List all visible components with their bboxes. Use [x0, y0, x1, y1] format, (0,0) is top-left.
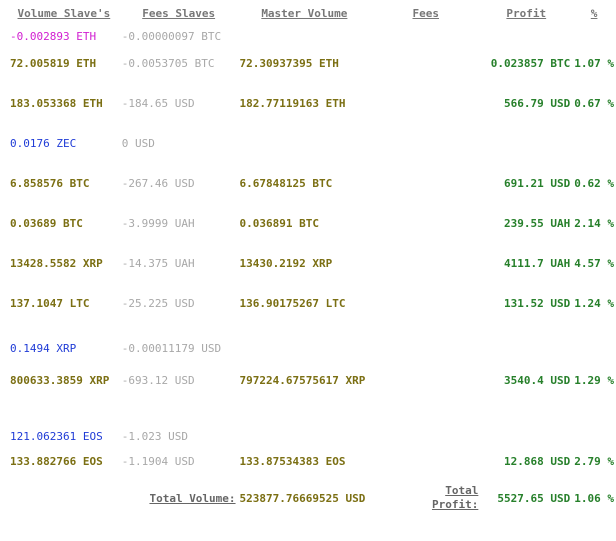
master-volume-cell: 182.77119163 ETH [239, 96, 346, 110]
percent-cell: 0.67 % [574, 96, 614, 110]
slave-fee-cell: -0.00000097 BTC [121, 29, 222, 43]
profit-cell: 131.52 USD [503, 296, 571, 310]
slave-volume-cell: 800633.3859 XRP [10, 373, 110, 387]
slave-fee-cell: -0.00011179 USD [121, 342, 222, 355]
header-volume-slaves: Volume Slave's [17, 6, 111, 20]
slave-fee-cell: -1.023 USD [121, 430, 188, 443]
header-master-volume: Master Volume [261, 6, 348, 20]
percent-cell: 1.29 % [574, 373, 614, 387]
percent-cell: 2.14 % [574, 216, 614, 230]
table-row: 121.062361 EOS -1.023 USD [8, 404, 616, 444]
table-row: 137.1047 LTC -25.225 USD 136.90175267 LT… [8, 290, 616, 316]
percent-cell: 0.62 % [574, 176, 614, 190]
percent-cell: 1.07 % [574, 56, 614, 70]
slave-fee-cell: -14.375 UAH [121, 256, 195, 270]
slave-volume-cell: 133.882766 EOS [10, 454, 103, 468]
header-fees: Fees [412, 6, 440, 20]
table-header-row: Volume Slave's Fees Slaves Master Volume… [8, 4, 616, 22]
table-row: 800633.3859 XRP -693.12 USD 797224.67575… [8, 356, 616, 404]
total-volume-label: Total Volume: [149, 491, 236, 505]
totals-row: Total Volume: 523877.76669525 USD Total … [8, 478, 616, 518]
slave-volume-cell: 13428.5582 XRP [10, 256, 103, 270]
slave-volume-cell: 72.005819 ETH [10, 56, 97, 70]
slave-volume-cell: -0.002893 ETH [10, 29, 97, 43]
header-profit: Profit [506, 6, 547, 20]
profit-cell: 0.023857 BTC [490, 56, 571, 70]
table-row: 183.053368 ETH -184.65 USD 182.77119163 … [8, 76, 616, 130]
slave-fee-cell: 0 USD [121, 136, 155, 150]
slave-fee-cell: -184.65 USD [121, 96, 195, 110]
slave-volume-cell: 121.062361 EOS [10, 430, 103, 443]
slave-volume-cell: 137.1047 LTC [10, 296, 90, 310]
total-profit-percent: 1.06 % [574, 491, 614, 505]
slave-fee-cell: -267.46 USD [121, 176, 195, 190]
profit-cell: 239.55 UAH [503, 216, 571, 230]
total-profit-label-line2: Profit: [431, 498, 479, 511]
header-percent: % [590, 6, 598, 20]
trade-summary-page: Volume Slave's Fees Slaves Master Volume… [0, 0, 616, 541]
master-volume-cell: 133.87534383 EOS [239, 454, 346, 468]
master-volume-cell: 13430.2192 XRP [239, 256, 333, 270]
master-volume-cell: 0.036891 BTC [239, 216, 320, 230]
total-volume-value: 523877.76669525 USD [239, 491, 366, 505]
profit-cell: 12.868 USD [503, 454, 571, 468]
table-row: 0.03689 BTC -3.9999 UAH 0.036891 BTC 239… [8, 210, 616, 236]
slave-fee-cell: -25.225 USD [121, 296, 195, 310]
trade-summary-table: Volume Slave's Fees Slaves Master Volume… [8, 4, 616, 518]
master-volume-cell: 6.67848125 BTC [239, 176, 333, 190]
total-profit-label: Total Profit: [371, 478, 480, 518]
slave-volume-cell: 0.1494 XRP [10, 342, 77, 355]
master-volume-cell: 72.30937395 ETH [239, 56, 339, 70]
master-volume-cell: 136.90175267 LTC [239, 296, 346, 310]
table-row: 6.858576 BTC -267.46 USD 6.67848125 BTC … [8, 156, 616, 210]
slave-volume-cell: 6.858576 BTC [10, 176, 90, 190]
slave-fee-cell: -1.1904 USD [121, 454, 195, 468]
total-profit-label-line1: Total [445, 484, 479, 497]
percent-cell: 1.24 % [574, 296, 614, 310]
total-profit-value: 5527.65 USD [497, 491, 571, 505]
table-row: -0.002893 ETH -0.00000097 BTC [8, 22, 616, 50]
master-volume-cell: 797224.67575617 XRP [239, 373, 366, 387]
profit-cell: 3540.4 USD [503, 373, 571, 387]
table-row: 13428.5582 XRP -14.375 UAH 13430.2192 XR… [8, 236, 616, 290]
profit-cell: 4111.7 UAH [503, 256, 571, 270]
percent-cell: 2.79 % [574, 454, 614, 468]
slave-fee-cell: -693.12 USD [121, 373, 195, 387]
slave-fee-cell: -0.0053705 BTC [121, 56, 215, 70]
profit-cell: 566.79 USD [503, 96, 571, 110]
table-row: 133.882766 EOS -1.1904 USD 133.87534383 … [8, 444, 616, 478]
header-fees-slaves: Fees Slaves [142, 6, 216, 20]
slave-fee-cell: -3.9999 UAH [121, 216, 195, 230]
profit-cell: 691.21 USD [503, 176, 571, 190]
slave-volume-cell: 0.0176 ZEC [10, 136, 77, 150]
slave-volume-cell: 183.053368 ETH [10, 96, 103, 110]
table-row: 0.0176 ZEC 0 USD [8, 130, 616, 156]
table-row: 72.005819 ETH -0.0053705 BTC 72.30937395… [8, 50, 616, 76]
slave-volume-cell: 0.03689 BTC [10, 216, 83, 230]
table-row: 0.1494 XRP -0.00011179 USD [8, 316, 616, 356]
percent-cell: 4.57 % [574, 256, 614, 270]
